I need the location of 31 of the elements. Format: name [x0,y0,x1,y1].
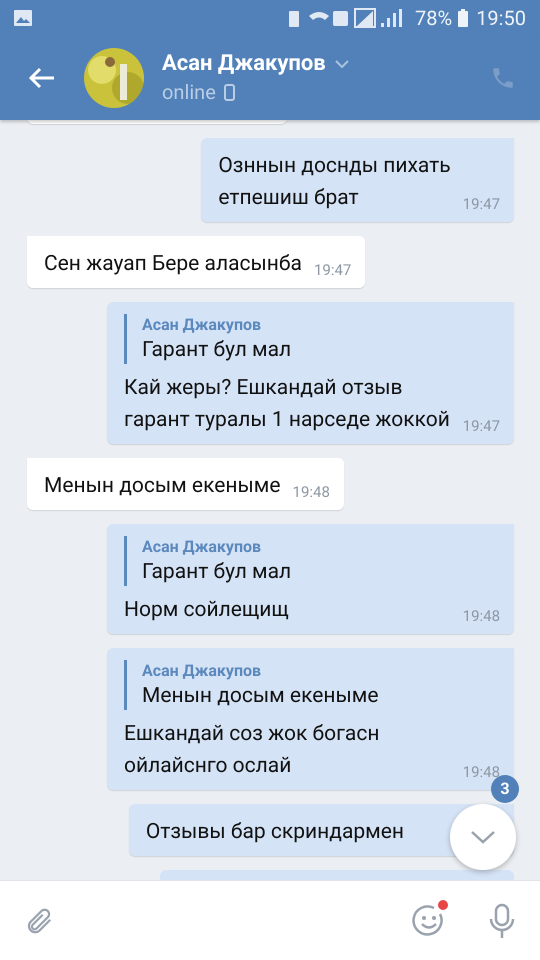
reply-text: Менын досым екеныме [142,683,380,710]
image-icon [14,10,32,26]
scroll-down-button[interactable] [450,804,516,870]
message-time: 19:47 [462,416,500,436]
phone-device-icon [224,84,235,100]
message-time: 19:48 [292,482,330,502]
message-text: Кай жеры? Ешкандай отзыв гарант туралы 1 нарседе жоккой [124,375,451,434]
message-text: Менын досым екеныме [44,473,281,500]
battery-icon [458,9,468,27]
smiley-icon [412,904,446,938]
battery-percent: 78% [415,5,452,32]
message-text: Ешкандай соз жок богасн ойлайснго ослай [124,721,380,780]
message-text: Норм сойлещищ [124,597,290,624]
microphone-icon[interactable] [488,902,516,938]
reply-author: Асан Джакупов [142,314,262,336]
chevron-down-icon [470,830,496,844]
chevron-down-icon [334,59,350,69]
message-time: 19:47 [314,260,352,280]
message-time: 19:48 [462,606,500,626]
clock: 19:50 [476,5,526,32]
message-time: 19:47 [462,194,500,214]
contact-name[interactable]: Асан Джакупов [162,50,326,78]
reply-author: Асан Джакупов [142,660,262,682]
back-arrow-icon [28,66,56,90]
online-status: online [162,79,216,106]
reply-text: Гарант бул мал [142,337,292,364]
message-text: Отзывы бар скриндармен [146,819,404,846]
reply-author: Асан Джакупов [142,536,262,558]
reply-text: Гарант бул мал [142,559,292,586]
message-text: Сен жауап Бере аласынба [44,251,302,278]
message-text: Озннын доснды пихать етпешиш брат [218,153,451,212]
